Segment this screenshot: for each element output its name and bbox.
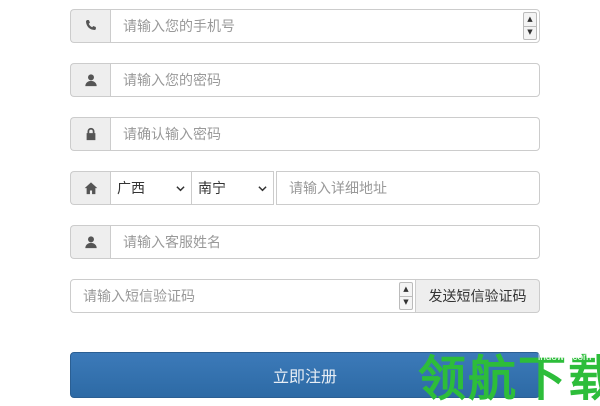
address-detail-placeholder: 请输入详细地址 [289,181,387,197]
confirm-password-placeholder: 请确认输入密码 [123,127,221,143]
confirm-password-input[interactable]: 请确认输入密码 [110,117,540,151]
service-name-row: 请输入客服姓名 [70,225,540,259]
password-row: 请输入您的密码 [70,63,540,97]
service-name-addon [70,225,110,259]
phone-input[interactable]: 请输入您的手机号 ▲ ▼ [110,9,540,43]
address-row: 广西 南宁 请输入详细地址 [70,171,540,205]
password-placeholder: 请输入您的密码 [123,73,221,89]
phone-row: 请输入您的手机号 ▲ ▼ [70,9,540,43]
password-input[interactable]: 请输入您的密码 [110,63,540,97]
watermark-url: lhdown.com [538,352,592,363]
phone-icon [85,20,96,30]
sms-code-placeholder: 请输入短信验证码 [83,289,195,305]
home-icon [84,182,97,195]
password-addon [70,63,110,97]
confirm-password-row: 请确认输入密码 [70,117,540,151]
stepper-down-icon[interactable]: ▼ [400,295,412,310]
send-sms-button[interactable]: 发送短信验证码 [416,279,540,313]
user-icon [84,236,97,249]
chevron-down-icon [176,184,185,193]
address-addon [70,171,110,205]
lock-icon [86,127,95,141]
stepper-up-icon[interactable]: ▲ [524,13,536,26]
province-value: 广西 [117,181,145,197]
address-detail-input[interactable]: 请输入详细地址 [276,171,540,205]
sms-stepper[interactable]: ▲ ▼ [399,282,413,310]
city-select[interactable]: 南宁 [192,171,274,205]
stepper-down-icon[interactable]: ▼ [524,25,536,40]
chevron-down-icon [258,184,267,193]
user-icon [84,74,97,87]
stepper-up-icon[interactable]: ▲ [400,283,412,296]
service-name-input[interactable]: 请输入客服姓名 [110,225,540,259]
service-name-placeholder: 请输入客服姓名 [123,235,221,251]
phone-addon [70,9,110,43]
sms-code-input[interactable]: 请输入短信验证码 ▲ ▼ [70,279,416,313]
sms-row: 请输入短信验证码 ▲ ▼ 发送短信验证码 [70,279,540,313]
phone-stepper[interactable]: ▲ ▼ [523,12,537,40]
confirm-password-addon [70,117,110,151]
phone-placeholder: 请输入您的手机号 [123,19,235,35]
city-value: 南宁 [198,181,226,197]
province-select[interactable]: 广西 [110,171,192,205]
